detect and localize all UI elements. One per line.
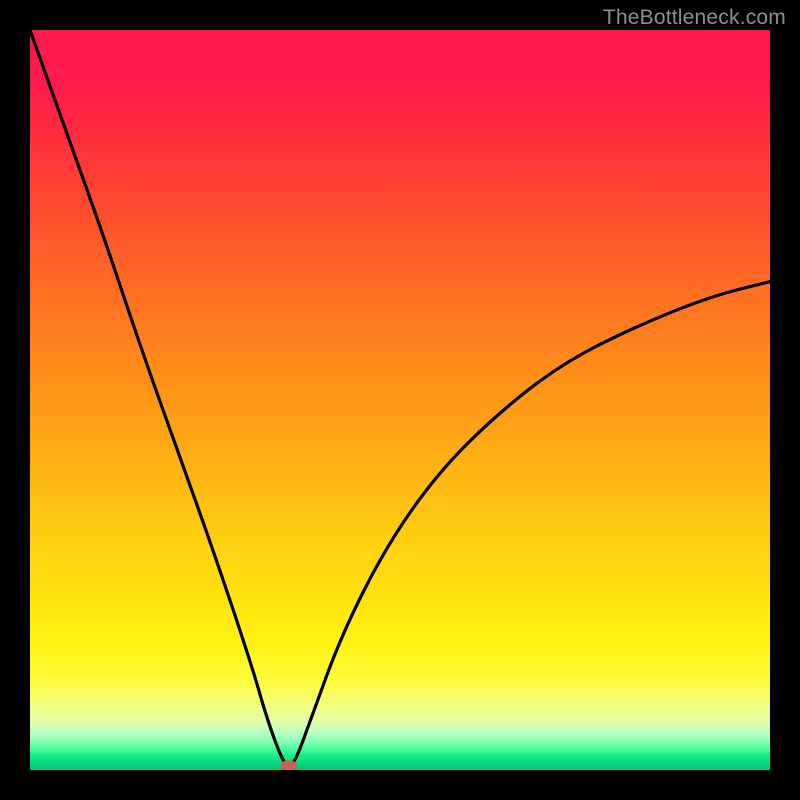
bottleneck-curve-path — [30, 30, 770, 765]
watermark-text: TheBottleneck.com — [603, 6, 786, 30]
chart-marker-point — [281, 760, 297, 770]
chart-curve-layer — [30, 30, 770, 770]
chart-plot-area — [30, 30, 770, 770]
